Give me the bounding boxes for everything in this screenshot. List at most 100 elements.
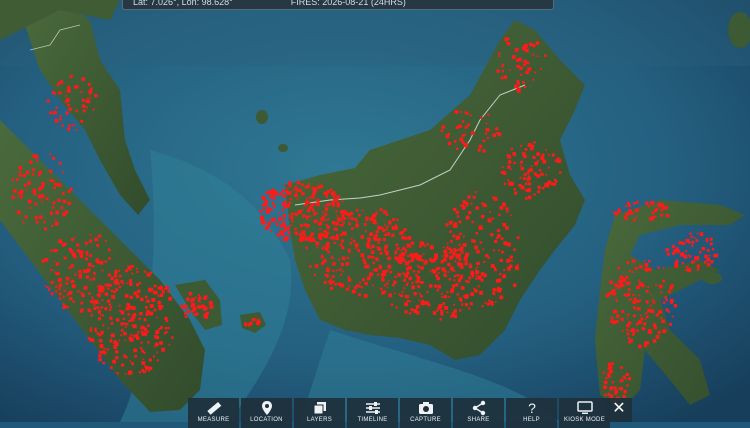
fire-hotspot [111, 295, 116, 299]
fire-hotspot [481, 214, 485, 219]
fire-hotspot [81, 98, 85, 102]
fire-hotspot [38, 187, 42, 191]
fire-hotspot [332, 262, 336, 266]
fire-hotspot [458, 220, 462, 224]
fire-hotspot [636, 285, 640, 289]
fire-hotspot [96, 306, 99, 309]
fire-hotspot [100, 286, 105, 290]
fire-hotspot [22, 174, 27, 178]
fire-hotspot [354, 218, 358, 222]
fire-hotspot [292, 189, 295, 191]
fire-hotspot [90, 315, 92, 317]
fire-hotspot [614, 390, 618, 394]
fire-hotspot [685, 268, 688, 271]
fire-hotspot [479, 241, 482, 244]
fire-hotspot [299, 233, 302, 237]
fire-hotspot [260, 216, 265, 221]
measure-button[interactable]: MEASURE [188, 398, 239, 428]
fire-hotspot [492, 133, 496, 138]
fire-hotspot [248, 323, 251, 327]
fire-hotspot [63, 242, 67, 246]
fire-hotspot [506, 243, 509, 246]
satellite-map[interactable] [0, 0, 750, 422]
fire-hotspot [276, 193, 280, 197]
fire-hotspot [501, 250, 504, 254]
fire-hotspot [458, 264, 461, 267]
fire-hotspot [418, 292, 421, 295]
fire-hotspot [631, 259, 636, 263]
fire-hotspot [476, 266, 478, 269]
fire-hotspot [420, 242, 425, 246]
fire-hotspot [510, 259, 513, 262]
fire-hotspot [164, 316, 168, 320]
fire-hotspot [625, 378, 627, 381]
close-button[interactable]: ✕ [606, 398, 632, 422]
fire-hotspot [455, 283, 459, 287]
fire-hotspot [490, 233, 494, 237]
kiosk-mode-button[interactable]: KIOSK MODE [559, 398, 610, 428]
fire-hotspot [408, 276, 412, 281]
help-button[interactable]: ? HELP [506, 398, 557, 428]
fire-hotspot [484, 301, 487, 304]
fire-hotspot [76, 249, 80, 253]
fire-hotspot [58, 297, 62, 300]
fire-hotspot [617, 267, 621, 270]
fire-hotspot [159, 341, 163, 345]
fire-hotspot [27, 181, 31, 185]
fire-hotspot [146, 310, 150, 314]
fire-hotspot [308, 201, 311, 204]
fire-hotspot [384, 233, 387, 237]
fire-hotspot [108, 308, 112, 311]
fire-hotspot [412, 270, 416, 273]
layers-button[interactable]: LAYERS [294, 398, 345, 428]
fire-hotspot [282, 214, 286, 218]
fire-hotspot [19, 170, 22, 174]
fire-hotspot [191, 302, 196, 307]
fire-hotspot [381, 227, 384, 230]
fires-date-readout: FIRES: 2026-08-21 (24HRS) [290, 0, 406, 7]
fire-hotspot [497, 132, 502, 137]
timeline-button[interactable]: TIMELINE [347, 398, 398, 428]
fire-hotspot [496, 288, 500, 292]
fire-hotspot [464, 255, 468, 260]
fire-hotspot [58, 292, 62, 296]
fire-hotspot [152, 290, 157, 295]
fire-hotspot [369, 217, 374, 221]
fire-hotspot [288, 204, 290, 207]
fire-hotspot [426, 243, 429, 246]
capture-button[interactable]: CAPTURE [400, 398, 451, 428]
fire-hotspot [29, 206, 32, 209]
fire-hotspot [662, 301, 666, 305]
fire-hotspot [520, 73, 523, 76]
fire-hotspot [315, 265, 319, 268]
fire-hotspot [22, 221, 25, 224]
fire-hotspot [171, 336, 174, 339]
fire-hotspot [613, 288, 616, 291]
fire-hotspot [340, 262, 344, 265]
location-button[interactable]: LOCATION [241, 398, 292, 428]
fire-hotspot [619, 387, 624, 391]
fire-hotspot [677, 249, 680, 253]
fire-hotspot [537, 186, 540, 189]
fire-hotspot [100, 289, 104, 293]
fire-hotspot [640, 317, 644, 321]
fire-hotspot [262, 208, 265, 211]
fire-hotspot [415, 305, 420, 309]
fire-hotspot [690, 235, 693, 239]
fire-hotspot [379, 251, 383, 255]
fire-hotspot [607, 392, 611, 396]
fire-hotspot [338, 258, 341, 261]
share-button[interactable]: SHARE [453, 398, 504, 428]
fire-hotspot [686, 266, 689, 269]
fire-hotspot [101, 269, 104, 272]
fire-hotspot [113, 280, 117, 284]
fire-hotspot [481, 305, 484, 308]
fire-hotspot [41, 181, 45, 186]
fire-hotspot [114, 270, 118, 274]
fire-hotspot [52, 179, 55, 183]
fire-hotspot [144, 295, 148, 299]
fire-hotspot [96, 243, 100, 247]
fire-hotspot [611, 362, 614, 365]
fire-hotspot [525, 48, 529, 53]
fire-hotspot [85, 254, 88, 256]
